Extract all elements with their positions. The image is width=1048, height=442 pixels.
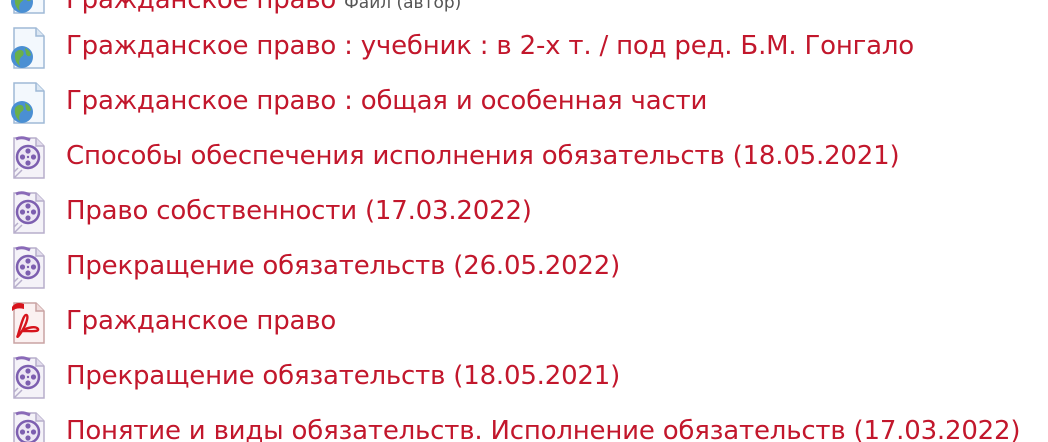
list-item[interactable]: Гражданское право (0, 295, 1048, 350)
list-item[interactable]: Понятие и виды обязательств. Исполнение … (0, 405, 1048, 442)
web-resource-icon (8, 81, 48, 125)
video-file-icon (8, 191, 48, 235)
resource-link[interactable]: Гражданское право : общая и особенная ча… (66, 84, 707, 118)
list-item[interactable]: Прекращение обязательств (18.05.2021) (0, 350, 1048, 405)
list-item[interactable]: Гражданское право : общая и особенная ча… (0, 75, 1048, 130)
list-item[interactable]: Право собственности (17.03.2022) (0, 185, 1048, 240)
list-item[interactable]: Гражданское право : учебник : в 2-х т. /… (0, 20, 1048, 75)
resource-link[interactable]: Прекращение обязательств (26.05.2022) (66, 249, 620, 283)
resource-link[interactable]: Понятие и виды обязательств. Исполнение … (66, 414, 1020, 442)
resource-meta: Файл (автор) (344, 0, 462, 13)
video-file-icon (8, 411, 48, 442)
resource-link[interactable]: Право собственности (17.03.2022) (66, 194, 532, 228)
resource-link[interactable]: Гражданское право : учебник : в 2-х т. /… (66, 29, 914, 63)
video-file-icon (8, 136, 48, 180)
list-item[interactable]: Гражданское право Файл (автор) (0, 0, 1048, 20)
video-file-icon (8, 356, 48, 400)
list-item[interactable]: Прекращение обязательств (26.05.2022) (0, 240, 1048, 295)
web-resource-icon (8, 26, 48, 70)
resource-link[interactable]: Гражданское право (66, 0, 336, 15)
resource-link[interactable]: Прекращение обязательств (18.05.2021) (66, 359, 620, 393)
video-file-icon (8, 246, 48, 290)
resource-list: Гражданское право Файл (автор) Гражданск… (0, 0, 1048, 442)
pdf-file-icon (8, 301, 48, 345)
resource-link[interactable]: Гражданское право (66, 304, 336, 338)
web-resource-icon (8, 0, 48, 15)
list-item[interactable]: Способы обеспечения исполнения обязатель… (0, 130, 1048, 185)
resource-link[interactable]: Способы обеспечения исполнения обязатель… (66, 139, 900, 173)
